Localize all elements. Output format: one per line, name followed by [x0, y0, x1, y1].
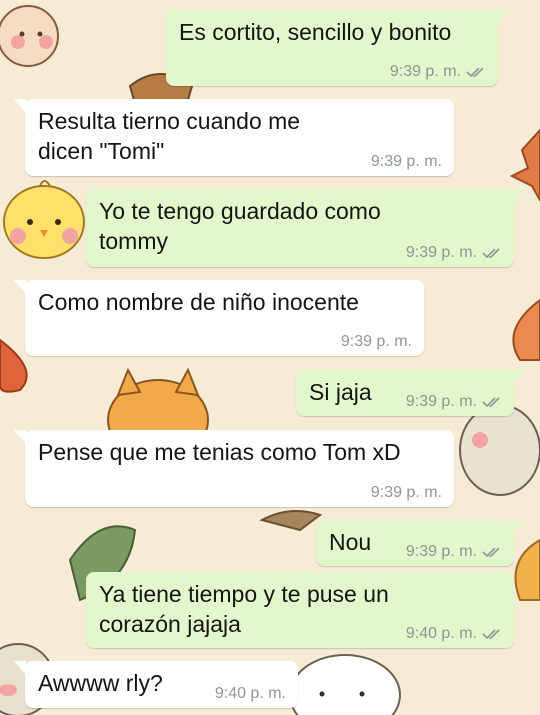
message-bubble-incoming[interactable]: Como nombre de niño inocente 9:39 p. m.: [14, 280, 424, 356]
message-meta: 9:39 p. m.: [371, 484, 442, 502]
message-text: Como nombre de niño inocente: [38, 289, 359, 315]
double-check-icon: [482, 397, 500, 408]
message-text: Yo te tengo guardado como tommy: [99, 198, 381, 254]
message-meta: 9:39 p. m.: [406, 543, 502, 561]
message-meta: 9:40 p. m.: [215, 685, 286, 703]
message-bubble-outgoing[interactable]: Nou 9:39 p. m.: [316, 520, 525, 566]
message-time: 9:39 p. m.: [340, 333, 412, 350]
message-text: Si jaja: [309, 379, 372, 405]
message-meta: 9:39 p. m.: [390, 63, 486, 81]
seal-character-icon: [459, 404, 540, 496]
message-time: 9:39 p. m.: [370, 484, 442, 501]
bunny-character-icon: [289, 654, 401, 715]
message-text: Resulta tierno cuando me dicen "Tomi": [38, 108, 301, 164]
message-meta: 9:39 p. m.: [406, 393, 502, 411]
message-bubble-incoming[interactable]: Resulta tierno cuando me dicen "Tomi" 9:…: [14, 99, 454, 176]
orange-leaf-icon: [514, 538, 540, 601]
message-meta: 9:39 p. m.: [371, 153, 442, 171]
message-time: 9:39 p. m.: [370, 153, 442, 170]
double-check-icon: [482, 629, 500, 640]
message-time: 9:40 p. m.: [405, 625, 477, 642]
message-meta: 9:40 p. m.: [406, 625, 502, 643]
message-time: 9:39 p. m.: [405, 543, 477, 560]
message-meta: 9:39 p. m.: [406, 244, 502, 262]
chick-character-icon: [3, 180, 85, 259]
message-time: 9:39 p. m.: [405, 244, 477, 261]
message-time: 9:40 p. m.: [214, 685, 286, 702]
double-check-icon: [482, 248, 500, 259]
bun-character-icon: [0, 5, 59, 67]
message-bubble-outgoing[interactable]: Ya tiene tiempo y te puse un corazón jaj…: [86, 572, 514, 648]
message-text: Ya tiene tiempo y te puse un corazón jaj…: [99, 581, 389, 637]
double-check-icon: [466, 67, 484, 78]
message-bubble-incoming[interactable]: Awwww rly? 9:40 p. m.: [14, 661, 298, 708]
double-check-icon: [482, 547, 500, 558]
message-meta: 9:39 p. m.: [341, 333, 412, 351]
message-bubble-outgoing[interactable]: Si jaja 9:39 p. m.: [296, 370, 525, 416]
message-text: Awwww rly?: [38, 670, 163, 696]
message-time: 9:39 p. m.: [389, 63, 461, 80]
message-time: 9:39 p. m.: [405, 393, 477, 410]
message-bubble-outgoing[interactable]: Yo te tengo guardado como tommy 9:39 p. …: [86, 189, 525, 267]
message-text: Nou: [329, 529, 372, 555]
message-text: Es cortito, sencillo y bonito: [179, 19, 452, 45]
message-bubble-outgoing[interactable]: Es cortito, sencillo y bonito 9:39 p. m.: [166, 10, 509, 86]
message-text: Pense que me tenias como Tom xD: [38, 439, 401, 465]
message-bubble-incoming[interactable]: Pense que me tenias como Tom xD 9:39 p. …: [14, 430, 454, 507]
